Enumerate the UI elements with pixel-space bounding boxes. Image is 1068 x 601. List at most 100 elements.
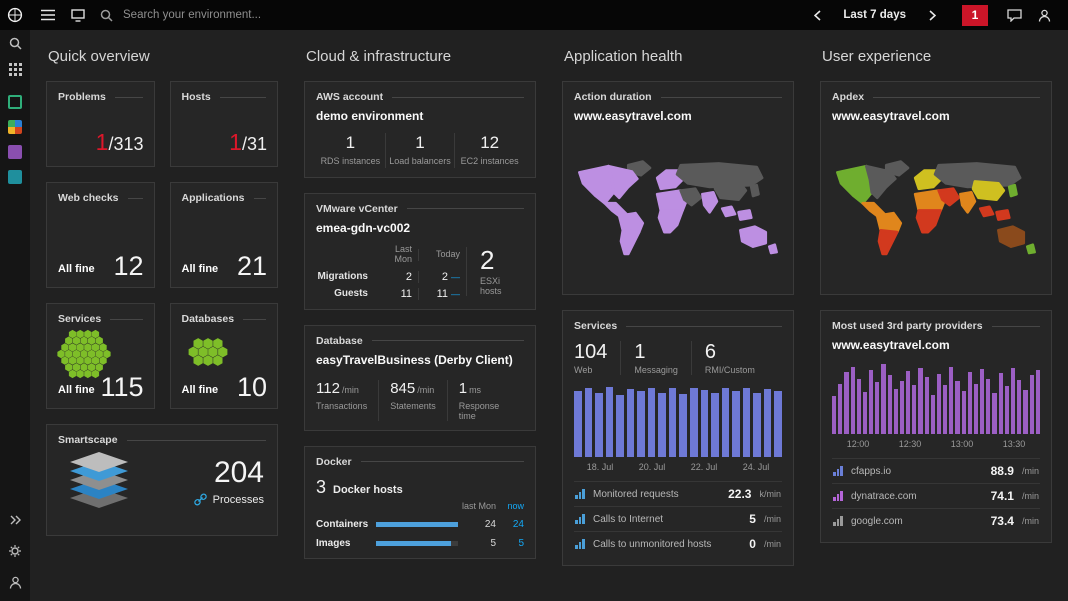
hosts-tile[interactable]: Hosts 1/31 — [169, 81, 278, 167]
status-label: All fine — [181, 263, 219, 275]
tick-label: 12:30 — [898, 439, 922, 449]
metric-label: Calls to Internet — [593, 513, 664, 525]
search-icon — [9, 37, 22, 50]
services-count: 115 — [100, 372, 144, 402]
cell-value: 24 — [512, 518, 524, 530]
metric-unit: /min — [763, 514, 781, 524]
application-name: www.easytravel.com — [574, 109, 692, 123]
metric-label: Calls to unmonitored hosts — [593, 538, 712, 550]
apdex-world-map — [836, 160, 1036, 256]
hamburger-icon — [41, 9, 55, 21]
status-label: All fine — [181, 384, 219, 396]
sidebar-app-icon-3[interactable] — [0, 144, 30, 160]
stat-unit: /min — [341, 384, 359, 395]
dynatrace-logo-icon — [7, 7, 23, 23]
mini-chart-icon — [575, 489, 586, 499]
action-duration-tile[interactable]: Action duration www.easytravel.com — [562, 81, 794, 295]
dashboards-button[interactable] — [64, 0, 92, 30]
tile-title: Docker — [316, 456, 524, 468]
stat-value: 6 — [704, 341, 717, 363]
database-stat: 845/min Statements — [378, 379, 447, 421]
app-4-icon — [8, 170, 22, 184]
application-name: www.easytravel.com — [832, 338, 950, 352]
aws-stat: 12 EC2 instances — [454, 133, 524, 168]
services-requests-bar-chart — [574, 387, 782, 457]
app-2-icon — [8, 120, 22, 134]
search-input[interactable] — [121, 8, 341, 22]
time-range-next-button[interactable] — [918, 0, 946, 30]
metric-row: Calls to Internet 5 /min — [574, 506, 782, 531]
dynatrace-logo[interactable] — [0, 0, 30, 30]
time-range-label[interactable]: Last 7 days — [843, 9, 906, 21]
stat-unit: ms — [469, 384, 482, 395]
stat-value: 112 — [316, 379, 340, 397]
services-tile[interactable]: Services All fine 115 — [46, 303, 155, 409]
sidebar-app-icon-4[interactable] — [0, 169, 30, 185]
esxi-count: 2 — [480, 245, 495, 276]
user-menu-button[interactable] — [1030, 0, 1058, 30]
sidebar-app-icon-2[interactable] — [0, 119, 30, 135]
images-bar — [376, 540, 458, 546]
column-header: now — [507, 500, 524, 511]
section-title-quick-overview: Quick overview — [48, 48, 150, 65]
stat-label: Web — [574, 365, 593, 375]
x-axis-ticks: 12:00 12:30 13:00 13:30 — [832, 439, 1040, 449]
databases-tile[interactable]: Databases All fine 10 — [169, 303, 278, 409]
section-title-user-experience: User experience — [822, 48, 932, 65]
sidebar-bottom — [0, 507, 30, 601]
application-name: www.easytravel.com — [832, 109, 950, 123]
status-label: All fine — [58, 384, 95, 396]
stat-label: Statements — [390, 400, 436, 411]
apdex-tile[interactable]: Apdex www.easytravel.com — [820, 81, 1052, 295]
vmware-vcenter-tile[interactable]: VMware vCenter emea-gdn-vc002 Last Mon T… — [304, 192, 536, 310]
docker-table: last Mon now Containers 24 24 Images 5 5 — [316, 501, 524, 549]
quick-overview-column: Quick overview Problems 1/313 Hosts 1/31 — [46, 40, 278, 601]
sidebar-apps-button[interactable] — [0, 56, 30, 82]
services-health-tile[interactable]: Services 104 Web 1 Messaging 6 RMI/Custo… — [562, 310, 794, 566]
tile-title: AWS account — [316, 91, 524, 103]
docker-hosts-count: 3 — [316, 476, 327, 497]
esxi-hosts-stat: 2 ESXi hosts — [466, 245, 524, 297]
applications-count: 21 — [236, 251, 267, 281]
sidebar-search-button[interactable] — [0, 30, 30, 56]
aws-account-tile[interactable]: AWS account demo environment 1 RDS insta… — [304, 81, 536, 178]
docker-tile[interactable]: Docker 3 Docker hosts last Mon now Conta… — [304, 445, 536, 559]
cell-value: 11 — [400, 287, 412, 300]
database-stat: 112/min Transactions — [316, 380, 378, 421]
third-party-providers-tile[interactable]: Most used 3rd party providers www.easytr… — [820, 310, 1052, 543]
sidebar-app-icon-1[interactable] — [0, 94, 30, 110]
stat-value: 1 — [634, 341, 646, 363]
metric-label: google.com — [851, 515, 903, 527]
applications-tile[interactable]: Applications All fine 21 — [169, 182, 278, 288]
chat-bubble-icon — [1006, 8, 1022, 22]
stat-label: Load balancers — [389, 156, 451, 166]
database-tile[interactable]: Database easyTravelBusiness (Derby Clien… — [304, 324, 536, 431]
row-label: Guests — [334, 288, 368, 300]
menu-button[interactable] — [34, 0, 62, 30]
app-3-icon — [8, 145, 22, 159]
web-checks-tile[interactable]: Web checks All fine 12 — [46, 182, 155, 288]
feedback-button[interactable] — [1000, 0, 1028, 30]
stat-label: Transactions — [316, 400, 368, 411]
sidebar-expand-button[interactable] — [0, 507, 30, 533]
tile-title: Web checks — [58, 192, 143, 204]
cell-value: 24 — [484, 518, 496, 530]
apps-grid-icon — [8, 62, 22, 76]
smartscape-tile[interactable]: Smartscape 204 Processes — [46, 424, 278, 536]
sidebar-settings-button[interactable] — [0, 538, 30, 564]
trend-sparkline: — — [451, 271, 460, 282]
dynatrace-dashboard: Last 7 days 1 Quick overview Probl — [0, 0, 1068, 601]
column-header: Today — [418, 248, 466, 261]
pinned-apps — [0, 94, 30, 185]
person-icon — [1038, 9, 1050, 22]
stat-label: RMI/Custom — [704, 365, 755, 375]
database-name: easyTravelBusiness (Derby Client) — [316, 352, 513, 367]
tile-title: Most used 3rd party providers — [832, 320, 1040, 332]
problems-badge[interactable]: 1 — [962, 4, 988, 26]
problems-total: /313 — [108, 134, 144, 154]
esxi-label: ESXi hosts — [480, 276, 502, 297]
time-range-prev-button[interactable] — [803, 0, 831, 30]
problems-tile[interactable]: Problems 1/313 — [46, 81, 155, 167]
stat-unit: /min — [417, 384, 435, 395]
sidebar-user-button[interactable] — [0, 569, 30, 595]
